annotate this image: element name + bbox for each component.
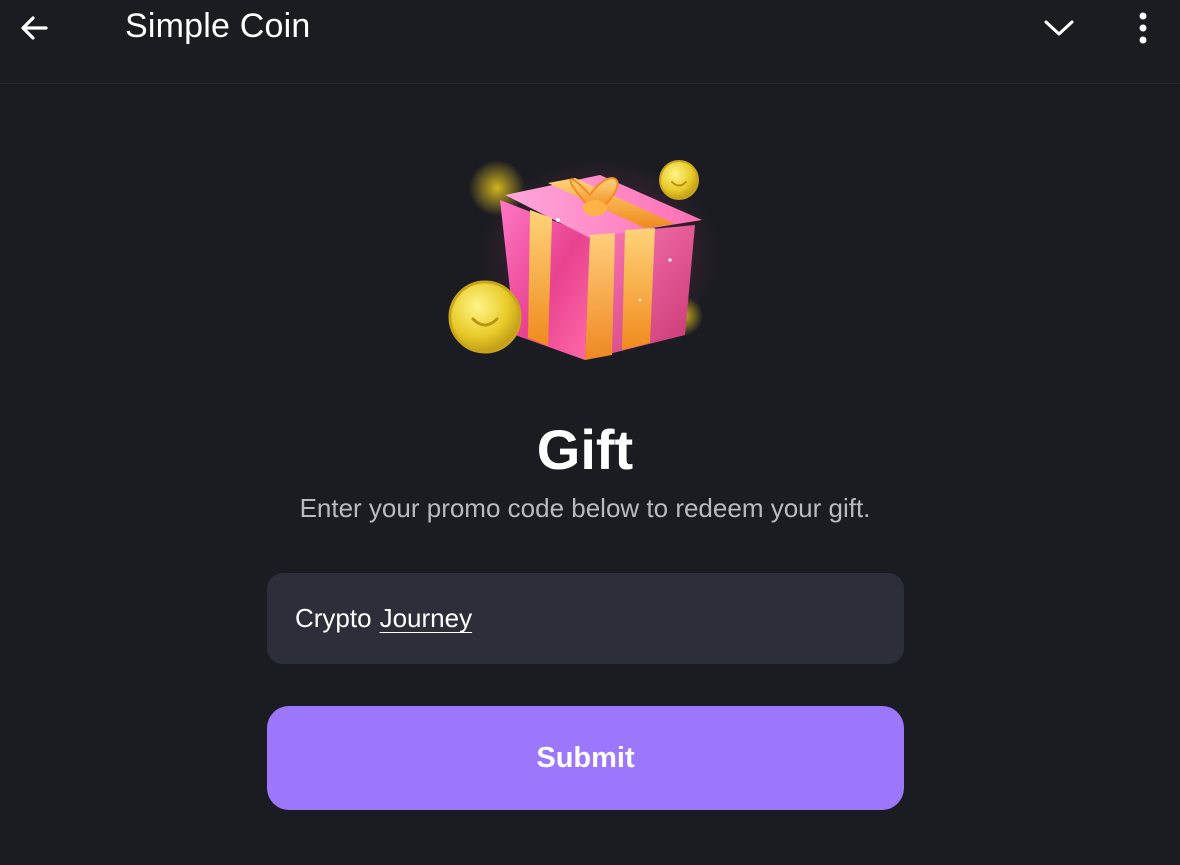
dropdown-button[interactable] xyxy=(1036,8,1082,48)
gift-illustration xyxy=(440,150,740,380)
back-button[interactable] xyxy=(14,8,54,48)
promo-code-value-word-1: Crypto xyxy=(295,603,372,633)
page-title: Gift xyxy=(536,418,634,481)
overflow-menu-button[interactable] xyxy=(1124,6,1162,50)
arrow-left-icon xyxy=(21,16,48,40)
page-subtitle: Enter your promo code below to redeem yo… xyxy=(299,493,871,523)
app-bar: Simple Coin xyxy=(0,0,1180,84)
promo-code-input[interactable]: Crypto Journey xyxy=(267,573,904,664)
submit-button[interactable]: Submit xyxy=(267,706,904,810)
more-vertical-icon xyxy=(1139,12,1147,44)
chevron-down-icon xyxy=(1044,20,1074,36)
app-title: Simple Coin xyxy=(125,7,311,45)
promo-code-value-word-2: Journey xyxy=(379,603,473,633)
